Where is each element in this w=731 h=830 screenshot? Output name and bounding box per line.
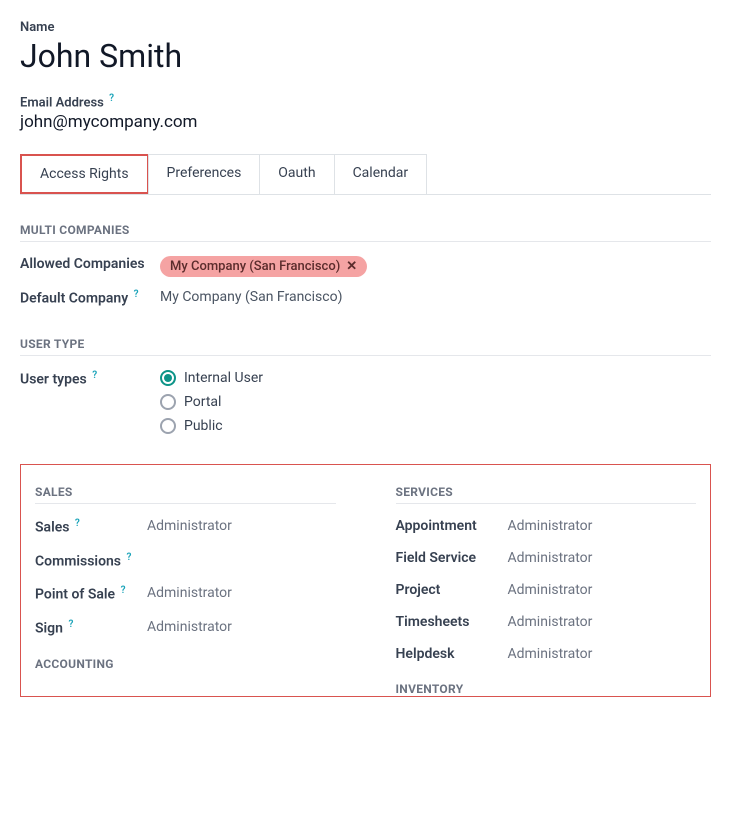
user-types-row: User types ? Internal User Portal Public (20, 370, 711, 434)
sales-column: SALES Sales ? Administrator Commissions … (35, 479, 336, 696)
tab-access-rights[interactable]: Access Rights (20, 154, 149, 194)
perm-timesheets: Timesheets Administrator (396, 614, 697, 630)
user-type-section: USER TYPE User types ? Internal User Por… (20, 337, 711, 434)
accounting-heading: ACCOUNTING (35, 657, 336, 671)
allowed-companies-row: Allowed Companies My Company (San Franci… (20, 256, 711, 277)
perm-value[interactable]: Administrator (147, 619, 232, 637)
help-icon[interactable]: ? (109, 93, 114, 104)
tab-oauth[interactable]: Oauth (259, 154, 334, 194)
perm-value[interactable]: Administrator (508, 518, 593, 534)
email-label: Email Address ? (20, 93, 711, 110)
help-icon[interactable]: ? (68, 619, 73, 630)
perm-sign: Sign ? Administrator (35, 619, 336, 637)
perm-label: Sign ? (35, 619, 147, 637)
email-field: Email Address ? john@mycompany.com (20, 93, 711, 132)
perm-label: Point of Sale ? (35, 585, 147, 603)
help-icon[interactable]: ? (75, 518, 80, 529)
perm-label: Helpdesk (396, 646, 508, 662)
email-value[interactable]: john@mycompany.com (20, 112, 711, 132)
name-value[interactable]: John Smith (20, 37, 711, 75)
name-label: Name (20, 20, 711, 35)
inventory-heading: INVENTORY (396, 682, 697, 696)
tabs: Access Rights Preferences Oauth Calendar (20, 154, 711, 195)
radio-public[interactable]: Public (160, 418, 263, 434)
permissions-columns: SALES Sales ? Administrator Commissions … (35, 479, 696, 696)
perm-field-service: Field Service Administrator (396, 550, 697, 566)
allowed-companies-value[interactable]: My Company (San Francisco) ✕ (160, 256, 367, 277)
help-icon[interactable]: ? (121, 585, 126, 596)
radio-icon (160, 394, 176, 410)
sales-heading: SALES (35, 485, 336, 504)
radio-label: Public (184, 418, 223, 434)
default-company-value[interactable]: My Company (San Francisco) (160, 289, 342, 305)
user-types-label: User types ? (20, 370, 160, 388)
perm-sales: Sales ? Administrator (35, 518, 336, 536)
permissions-highlight: SALES Sales ? Administrator Commissions … (20, 464, 711, 697)
perm-project: Project Administrator (396, 582, 697, 598)
perm-value[interactable]: Administrator (147, 585, 232, 603)
perm-helpdesk: Helpdesk Administrator (396, 646, 697, 662)
perm-label: Commissions ? (35, 552, 147, 570)
help-icon[interactable]: ? (134, 289, 139, 300)
radio-icon (160, 418, 176, 434)
tab-calendar[interactable]: Calendar (334, 154, 428, 194)
user-type-heading: USER TYPE (20, 337, 711, 356)
perm-value[interactable]: Administrator (508, 582, 593, 598)
multi-companies-heading: MULTI COMPANIES (20, 223, 711, 242)
radio-label: Internal User (184, 370, 263, 386)
radio-portal[interactable]: Portal (160, 394, 263, 410)
tab-preferences[interactable]: Preferences (148, 154, 261, 194)
default-company-label: Default Company ? (20, 289, 160, 307)
radio-internal-user[interactable]: Internal User (160, 370, 263, 386)
services-column: SERVICES Appointment Administrator Field… (396, 479, 697, 696)
perm-value[interactable]: Administrator (147, 518, 232, 536)
perm-appointment: Appointment Administrator (396, 518, 697, 534)
radio-icon (160, 370, 176, 386)
company-tag[interactable]: My Company (San Francisco) ✕ (160, 256, 367, 277)
perm-label: Field Service (396, 550, 508, 566)
company-tag-label: My Company (San Francisco) (170, 259, 340, 274)
perm-value[interactable]: Administrator (508, 646, 593, 662)
services-heading: SERVICES (396, 485, 697, 504)
perm-point-of-sale: Point of Sale ? Administrator (35, 585, 336, 603)
perm-label: Timesheets (396, 614, 508, 630)
help-icon[interactable]: ? (92, 370, 97, 381)
perm-label: Project (396, 582, 508, 598)
help-icon[interactable]: ? (127, 552, 132, 563)
radio-label: Portal (184, 394, 221, 410)
perm-value[interactable]: Administrator (508, 614, 593, 630)
close-icon[interactable]: ✕ (346, 259, 357, 274)
multi-companies-section: MULTI COMPANIES Allowed Companies My Com… (20, 223, 711, 307)
name-field: Name John Smith (20, 20, 711, 75)
default-company-row: Default Company ? My Company (San Franci… (20, 289, 711, 307)
user-types-radio-group: Internal User Portal Public (160, 370, 263, 434)
perm-label: Appointment (396, 518, 508, 534)
perm-label: Sales ? (35, 518, 147, 536)
perm-value[interactable]: Administrator (508, 550, 593, 566)
perm-commissions: Commissions ? (35, 552, 336, 570)
allowed-companies-label: Allowed Companies (20, 256, 160, 272)
